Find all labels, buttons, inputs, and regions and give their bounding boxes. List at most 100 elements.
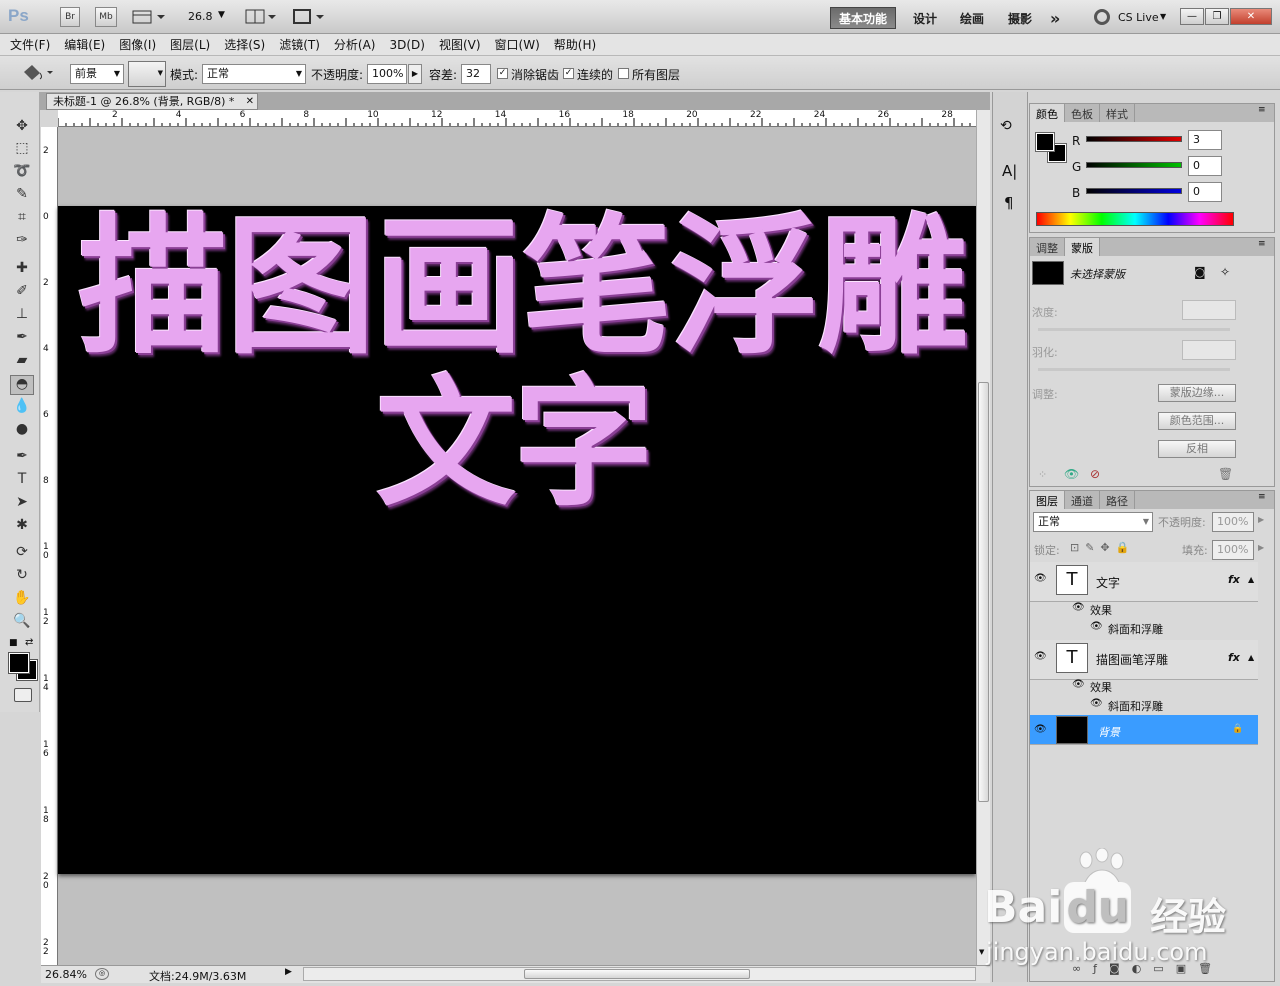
menu-select[interactable]: 选择(S)	[224, 36, 265, 53]
workspace-essentials[interactable]: 基本功能	[830, 7, 897, 29]
healing-brush-tool-icon[interactable]: ✚	[10, 260, 34, 280]
zoom-level[interactable]: 26.8	[188, 10, 213, 23]
effect-name[interactable]: 斜面和浮雕	[1108, 621, 1163, 637]
close-button[interactable]: ✕	[1230, 8, 1272, 25]
tab-channels[interactable]: 通道	[1065, 491, 1100, 509]
pixel-mask-icon[interactable]: ◙	[1194, 265, 1206, 279]
mode-select[interactable]: 正常 ▼	[202, 64, 306, 84]
menu-help[interactable]: 帮助(H)	[554, 36, 596, 53]
feather-slider[interactable]	[1038, 368, 1230, 371]
arrange-documents-button[interactable]	[245, 9, 277, 25]
foreground-color-swatch[interactable]	[8, 652, 30, 674]
tab-adjustments[interactable]: 调整	[1030, 238, 1065, 256]
layer-opacity-input[interactable]: 100%	[1212, 512, 1254, 532]
marquee-tool-icon[interactable]: ⬚	[10, 140, 34, 160]
color-fg-swatch[interactable]	[1035, 132, 1055, 152]
horizontal-scroll-thumb[interactable]	[524, 969, 750, 979]
dodge-tool-icon[interactable]: ●	[10, 421, 34, 441]
menu-view[interactable]: 视图(V)	[439, 36, 481, 53]
shape-tool-icon[interactable]: ✱	[10, 517, 34, 537]
effect-visibility-eye-icon[interactable]: 👁	[1090, 698, 1103, 709]
view-extras-button[interactable]	[132, 9, 166, 25]
effect-visibility-eye-icon[interactable]: 👁	[1090, 621, 1103, 632]
horizontal-scrollbar[interactable]	[303, 967, 976, 981]
effect-name[interactable]: 斜面和浮雕	[1108, 698, 1163, 714]
screen-mode-button[interactable]	[292, 9, 326, 25]
opacity-slider-toggle-icon[interactable]: ▶	[408, 64, 422, 84]
tab-color[interactable]: 颜色	[1030, 104, 1065, 122]
mini-bridge-button[interactable]: Mb	[95, 7, 117, 27]
tab-swatches[interactable]: 色板	[1065, 104, 1100, 122]
zoom-status[interactable]: 26.84%	[45, 968, 87, 981]
workspace-photography[interactable]: 摄影	[1000, 7, 1040, 29]
mask-edge-button[interactable]: 蒙版边缘...	[1158, 384, 1236, 402]
collapse-effects-icon[interactable]: ▲	[1248, 575, 1254, 584]
density-slider[interactable]	[1038, 328, 1230, 331]
path-selection-tool-icon[interactable]: ➤	[10, 494, 34, 514]
opacity-input[interactable]: 100%	[367, 64, 407, 84]
collapse-effects-icon[interactable]: ▲	[1248, 653, 1254, 662]
character-panel-icon[interactable]: A|	[1002, 162, 1017, 180]
fill-input[interactable]: 100%	[1212, 540, 1254, 560]
tab-paths[interactable]: 路径	[1100, 491, 1135, 509]
color-spectrum-bar[interactable]	[1036, 212, 1234, 226]
layer-name[interactable]: 背景	[1098, 724, 1120, 740]
tab-layers[interactable]: 图层	[1030, 491, 1065, 509]
panel-menu-icon[interactable]: ≡	[1258, 239, 1266, 249]
maximize-button[interactable]: ❐	[1205, 8, 1229, 25]
quick-selection-tool-icon[interactable]: ✎	[10, 186, 34, 206]
quick-mask-icon[interactable]	[14, 688, 32, 702]
antialias-checkbox[interactable]: ✓	[497, 68, 508, 79]
paragraph-panel-icon[interactable]: ¶	[1004, 194, 1014, 212]
red-slider[interactable]	[1086, 136, 1182, 142]
eraser-tool-icon[interactable]: ▰	[10, 352, 34, 372]
layer-fx-icon[interactable]: fx	[1228, 573, 1240, 586]
3d-orbit-tool-icon[interactable]: ↻	[10, 567, 34, 587]
document-tab[interactable]: 未标题-1 @ 26.8% (背景, RGB/8) * ✕	[46, 93, 258, 110]
green-input[interactable]: 0	[1188, 156, 1222, 176]
layer-name[interactable]: 文字	[1096, 574, 1120, 591]
default-colors-icon[interactable]: ■	[9, 638, 18, 648]
menu-window[interactable]: 窗口(W)	[495, 36, 540, 53]
color-range-button[interactable]: 颜色范围...	[1158, 412, 1236, 430]
layer-fx-icon[interactable]: fx	[1228, 651, 1240, 664]
vertical-scroll-thumb[interactable]	[978, 382, 989, 802]
menu-3d[interactable]: 3D(D)	[389, 38, 424, 52]
layer-visibility-eye-icon[interactable]: 👁	[1034, 573, 1047, 585]
effects-visibility-eye-icon[interactable]: 👁	[1072, 679, 1085, 690]
history-brush-tool-icon[interactable]: ✒	[10, 329, 34, 349]
vertical-scrollbar[interactable]: ▼	[976, 110, 990, 965]
layer-visibility-eye-icon[interactable]: 👁	[1034, 651, 1047, 663]
blue-input[interactable]: 0	[1188, 182, 1222, 202]
zoom-dropdown-icon[interactable]: ▼	[218, 10, 225, 20]
green-slider[interactable]	[1086, 162, 1182, 168]
tab-styles[interactable]: 样式	[1100, 104, 1135, 122]
all-layers-checkbox[interactable]	[618, 68, 629, 79]
status-info-icon[interactable]: ◎	[95, 968, 109, 980]
menu-edit[interactable]: 编辑(E)	[64, 36, 105, 53]
blend-mode-select[interactable]: 正常 ▼	[1033, 512, 1153, 532]
menu-filter[interactable]: 滤镜(T)	[279, 36, 320, 53]
layer-visibility-eye-icon[interactable]: 👁	[1034, 724, 1047, 736]
move-tool-icon[interactable]: ✥	[10, 118, 34, 138]
tab-masks[interactable]: 蒙版	[1065, 238, 1100, 256]
bridge-button[interactable]: Br	[60, 7, 80, 27]
tool-preset-picker[interactable]	[20, 62, 56, 84]
eyedropper-tool-icon[interactable]: ✑	[10, 232, 34, 252]
menu-image[interactable]: 图像(I)	[119, 36, 156, 53]
status-menu-arrow-icon[interactable]: ▶	[285, 967, 292, 977]
more-workspaces-icon[interactable]: »	[1042, 7, 1068, 29]
fill-arrow-icon[interactable]: ▶	[1258, 543, 1264, 552]
document-canvas[interactable]: 描图画笔浮雕 文字	[58, 206, 976, 874]
clone-stamp-tool-icon[interactable]: ⊥	[10, 306, 34, 326]
delete-mask-icon[interactable]: 🗑	[1218, 467, 1233, 481]
type-tool-icon[interactable]: T	[10, 471, 34, 491]
effects-visibility-eye-icon[interactable]: 👁	[1072, 602, 1085, 613]
lasso-tool-icon[interactable]: ➰	[10, 163, 34, 183]
pattern-picker[interactable]: ▼	[128, 61, 166, 87]
blue-slider[interactable]	[1086, 188, 1182, 194]
red-input[interactable]: 3	[1188, 130, 1222, 150]
feather-input[interactable]	[1182, 340, 1236, 360]
layer-name[interactable]: 描图画笔浮雕	[1096, 651, 1168, 668]
3d-rotate-tool-icon[interactable]: ⟳	[10, 544, 34, 564]
